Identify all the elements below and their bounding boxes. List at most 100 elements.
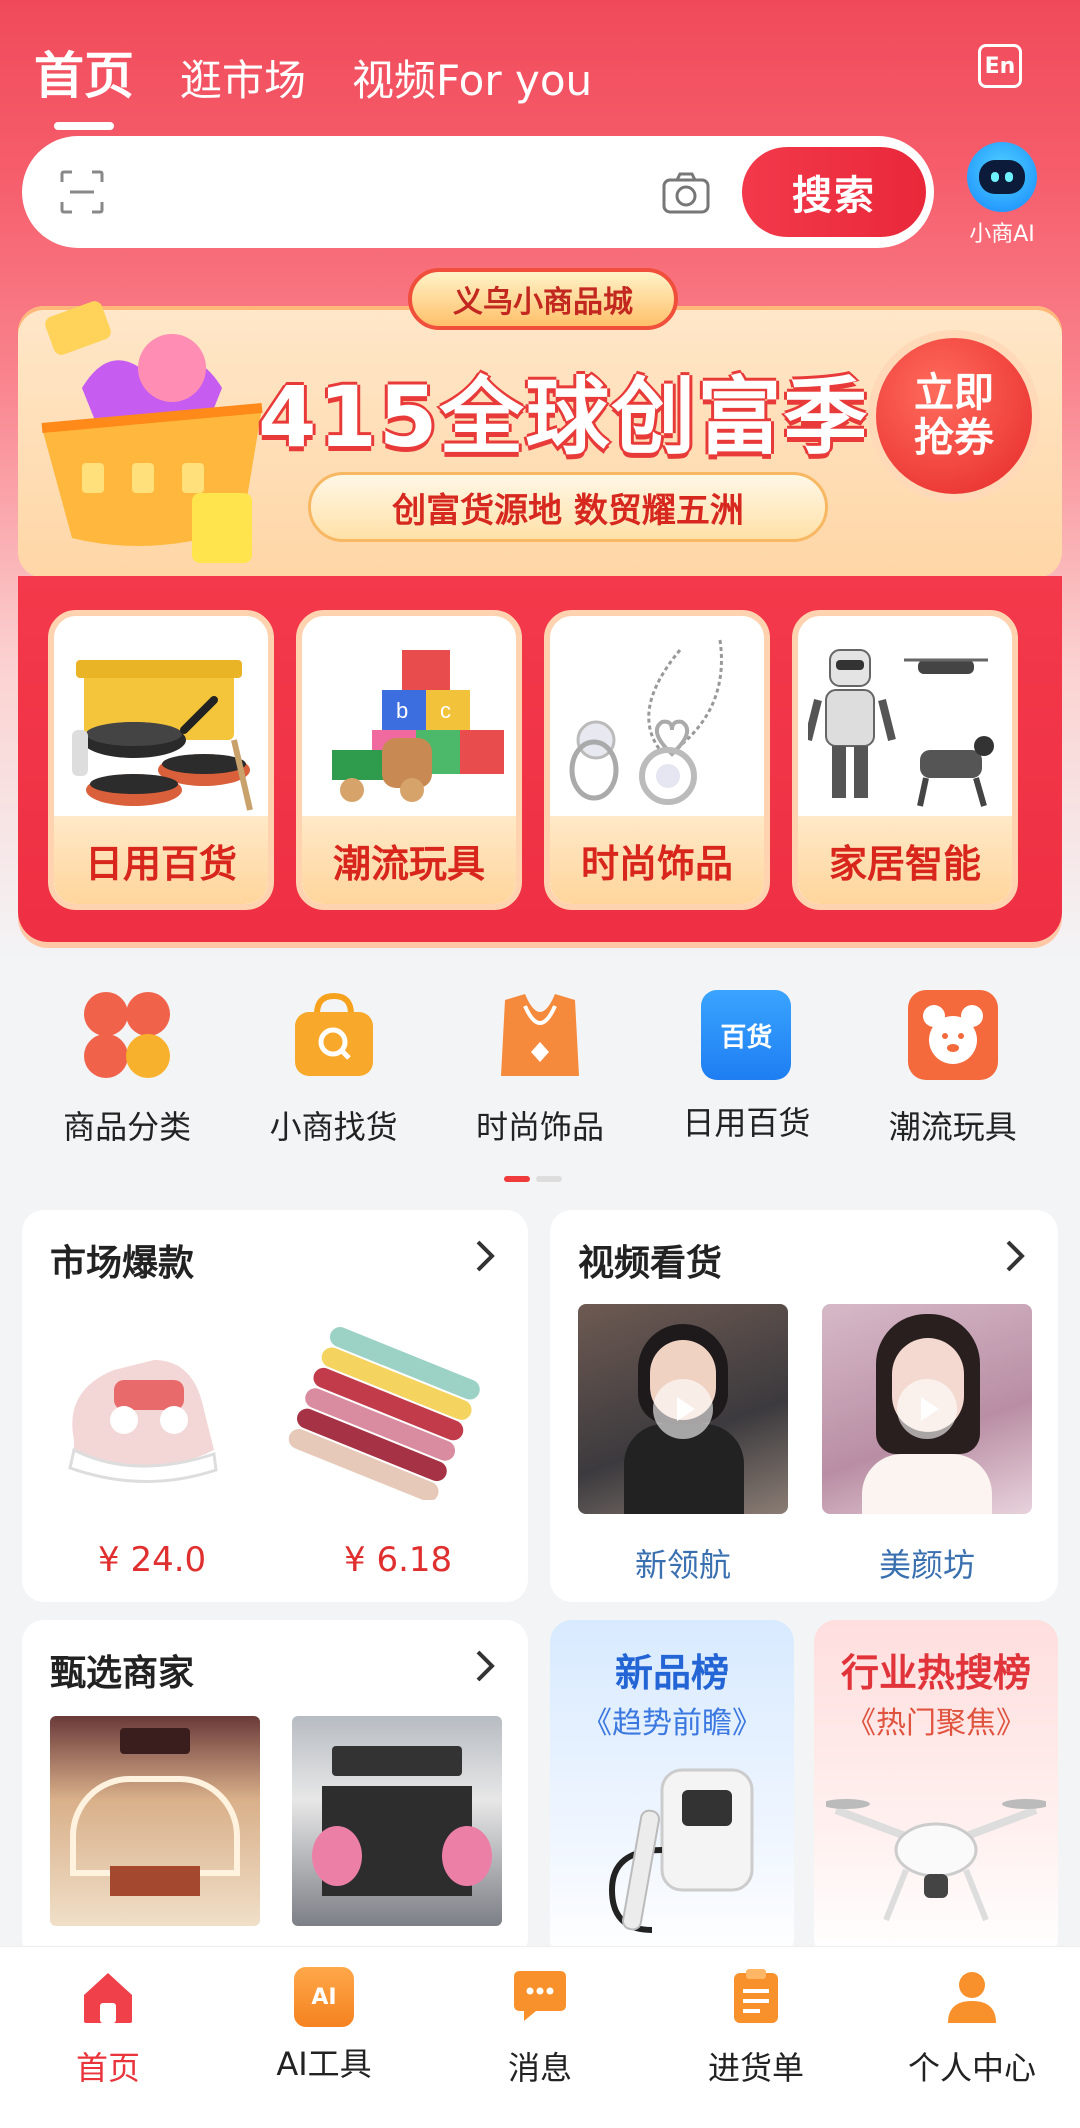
quick-nav-label: 时尚饰品 [475, 1108, 604, 1146]
bottom-nav-ai-tools[interactable]: AI AI工具 [234, 1967, 414, 2128]
market-hot-card[interactable]: 市场爆款 ¥ 24.0 ¥ 6.18 [22, 1210, 528, 1602]
play-icon [897, 1379, 957, 1439]
bottom-nav-bar: 首页 AI AI工具 消息 进货单 个人中心 [0, 1946, 1080, 2128]
ribbon-rolls-image [288, 1327, 480, 1500]
pager-dot-active [504, 1176, 530, 1182]
category-card-smart-home[interactable]: 家居智能 [792, 610, 1018, 910]
search-button[interactable]: 搜索 [742, 147, 926, 237]
drone-image [826, 1799, 1046, 1922]
hot-search-subtitle: 《热门聚焦》 [846, 1706, 1026, 1741]
robot-icon [967, 142, 1037, 212]
quick-nav-label: 潮流玩具 [888, 1108, 1017, 1146]
language-toggle-button[interactable]: En [978, 44, 1022, 88]
store-bag-icon: 百货 [701, 990, 792, 1080]
home-icon [84, 1973, 132, 2023]
tab-market[interactable]: 逛市场 [180, 47, 306, 108]
quick-nav-toys[interactable]: 潮流玩具 [853, 990, 1053, 1146]
search-bar: 搜索 [22, 136, 934, 248]
order-list-icon [734, 1969, 778, 2023]
selected-merchants-title: 甄选商家 [50, 1653, 195, 1694]
necklace-icon [500, 994, 579, 1076]
category-card-daily[interactable]: 日用百货 [48, 610, 274, 910]
quick-nav-label: 小商找货 [269, 1108, 398, 1146]
chevron-right-icon[interactable] [1000, 1238, 1030, 1274]
video-thumbnail[interactable] [578, 1304, 788, 1514]
nail-drill-image [608, 1768, 754, 1933]
merchant-store-image[interactable] [292, 1716, 502, 1926]
store-bag-icon-text: 百货 [720, 1022, 773, 1053]
bottom-nav-label: 首页 [75, 2049, 140, 2087]
necklace-image [569, 639, 723, 805]
chevron-right-icon[interactable] [470, 1648, 500, 1684]
search-input[interactable] [124, 157, 640, 227]
robot-drone-image [808, 649, 994, 807]
bottom-nav-purchase-list[interactable]: 进货单 [666, 1967, 846, 2128]
promo-subtitle: 创富货源地 数贸耀五洲 [308, 472, 828, 542]
tab-home[interactable]: 首页 [34, 36, 134, 108]
baby-shoe-image [68, 1360, 218, 1484]
bag-search-icon [294, 992, 373, 1076]
cookware-image [72, 660, 253, 811]
industry-hot-search-card[interactable]: 行业热搜榜 《热门聚焦》 [814, 1620, 1058, 1960]
video-shop-title: 视频看货 [578, 1243, 723, 1284]
gift-basket-icon [41, 301, 263, 563]
ai-toolbox-icon-text: AI [311, 1984, 337, 2010]
quick-nav-label: 日用百货 [682, 1104, 811, 1142]
quick-nav-label: 商品分类 [63, 1108, 192, 1146]
svg-text:c: c [440, 698, 451, 723]
category-label: 潮流玩具 [302, 816, 516, 904]
selected-merchants-card[interactable]: 甄选商家 [22, 1620, 528, 1960]
category-panel: 日用百货 c b 潮流玩具 时尚饰品 家居智能 [18, 576, 1062, 942]
promo-badge: 义乌小商品城 [408, 268, 678, 330]
promo-title: 415全球创富季 [258, 368, 870, 466]
ai-assistant-entry[interactable]: 小商AI [962, 142, 1042, 248]
bottom-nav-home[interactable]: 首页 [18, 1967, 198, 2128]
svg-text:b: b [396, 698, 408, 723]
promo-banner[interactable]: 义乌小商品城 415全球创富季 创富货源地 数贸耀五洲 立即抢券 [18, 268, 1062, 588]
teddy-bear-icon [907, 990, 998, 1080]
person-icon [948, 1972, 996, 2023]
new-ranking-subtitle: 《趋势前瞻》 [582, 1706, 762, 1741]
pager-dot [536, 1176, 562, 1182]
new-products-ranking-card[interactable]: 新品榜 《趋势前瞻》 [550, 1620, 794, 1960]
bottom-nav-label: 个人中心 [907, 2049, 1036, 2087]
bottom-nav-profile[interactable]: 个人中心 [882, 1967, 1062, 2128]
category-label: 时尚饰品 [550, 816, 764, 904]
quick-nav-find-goods[interactable]: 小商找货 [234, 990, 434, 1146]
scan-icon[interactable] [60, 170, 104, 214]
merchant-store-image[interactable] [50, 1716, 260, 1926]
ai-toolbox-icon: AI [294, 1967, 354, 2027]
camera-icon[interactable] [660, 166, 712, 218]
play-icon [653, 1379, 713, 1439]
tab-video[interactable]: 视频For you [352, 47, 592, 108]
bottom-nav-label: 消息 [507, 2049, 572, 2087]
bottom-nav-label: 进货单 [707, 2049, 804, 2087]
quick-nav-fashion[interactable]: 时尚饰品 [440, 990, 640, 1146]
video-shop-name[interactable]: 新领航 [578, 1540, 788, 1586]
quick-nav-category[interactable]: 商品分类 [27, 990, 227, 1146]
category-label: 日用百货 [54, 816, 268, 904]
quick-nav: 商品分类 小商找货 时尚饰品 百货 日用百货 潮流玩具 [0, 990, 1080, 1146]
ai-assistant-label: 小商AI [969, 222, 1035, 247]
market-hot-title: 市场爆款 [50, 1243, 195, 1284]
category-label: 家居智能 [798, 816, 1012, 904]
pager-indicator [504, 1176, 562, 1182]
quick-nav-daily[interactable]: 百货 日用百货 [646, 990, 846, 1142]
category-card-toys[interactable]: c b 潮流玩具 [296, 610, 522, 910]
toy-blocks-image: c b [332, 650, 504, 802]
new-ranking-title: 新品榜 [614, 1651, 729, 1695]
chevron-right-icon[interactable] [470, 1238, 500, 1274]
video-thumbnail[interactable] [822, 1304, 1032, 1514]
video-shop-card[interactable]: 视频看货 新领航 美颜坊 [550, 1210, 1058, 1602]
category-card-fashion[interactable]: 时尚饰品 [544, 610, 770, 910]
video-shop-name[interactable]: 美颜坊 [822, 1540, 1032, 1586]
hot-search-title: 行业热搜榜 [840, 1651, 1031, 1695]
message-icon [514, 1971, 566, 2021]
bottom-nav-label: AI工具 [276, 2045, 372, 2083]
product-price: ¥ 6.18 [344, 1540, 453, 1580]
bottom-nav-messages[interactable]: 消息 [450, 1967, 630, 2128]
top-tab-bar: 首页 逛市场 视频For you [34, 36, 592, 108]
category-grid-icon [84, 992, 171, 1078]
product-price: ¥ 24.0 [98, 1540, 207, 1580]
grab-coupon-button[interactable]: 立即抢券 [868, 330, 1040, 502]
